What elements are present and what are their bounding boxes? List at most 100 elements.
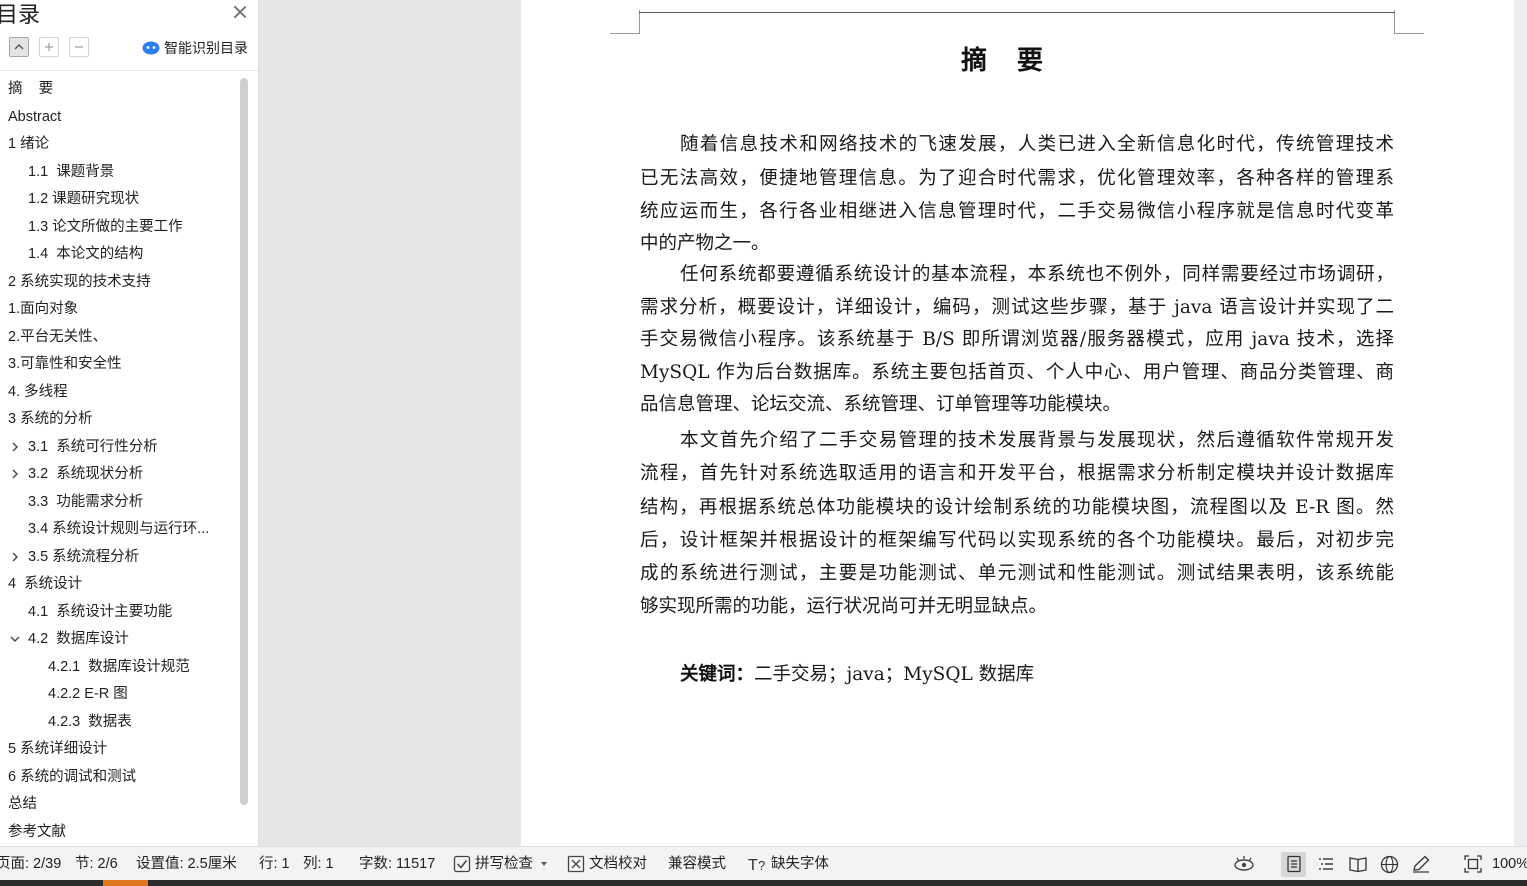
toc-item-label: 3.3 功能需求分析	[28, 493, 144, 510]
zoom-level[interactable]: 100%	[1492, 847, 1527, 881]
toc-item-label: 4.2 数据库设计	[28, 631, 129, 647]
toc-item[interactable]: 1.2 课题研究现状	[0, 186, 238, 213]
toc-item[interactable]: 3 系统的分析	[0, 406, 238, 433]
missing-font-icon: T ?	[748, 857, 765, 873]
toc-panel: 目录 智能识别目录 摘 要 Abstract 1 绪论 1.1 课题背景 1.2 课题研…	[0, 0, 259, 846]
toc-scrollbar[interactable]	[240, 78, 248, 805]
toc-item[interactable]: 5 系统详细设计	[0, 736, 238, 763]
chevron-down-icon[interactable]	[540, 861, 548, 867]
setting-indicator[interactable]: 设置值: 2.5厘米	[136, 847, 237, 881]
toc-item[interactable]: 摘 要	[0, 76, 238, 103]
row-indicator: 行: 1	[259, 856, 290, 872]
section-indicator[interactable]: 节: 2/6	[75, 847, 118, 881]
expand-level-button[interactable]	[39, 37, 59, 57]
toc-item[interactable]: 6 系统的调试和测试	[0, 764, 238, 791]
document-page[interactable]: 摘要 随着信息技术和网络技术的飞速发展，人类已进入全新信息化时代，传统管理技术 …	[521, 0, 1514, 846]
toc-item[interactable]: 4.2.2 E-R 图	[0, 681, 238, 708]
toc-item[interactable]: 1.1 课题背景	[0, 159, 238, 186]
toc-title: 目录	[0, 2, 41, 27]
chevron-down-icon[interactable]	[10, 634, 20, 644]
toc-item-label: 1.1 课题背景	[28, 163, 115, 180]
taskbar	[0, 880, 1527, 886]
reading-view-icon[interactable]	[1348, 855, 1368, 873]
pen-icon[interactable]	[1411, 855, 1431, 873]
toc-item[interactable]: 1.3 论文所做的主要工作	[0, 214, 238, 241]
collapse-all-button[interactable]	[9, 37, 29, 57]
outline-view-icon[interactable]	[1317, 855, 1335, 873]
toc-item[interactable]: 3.2 系统现状分析	[0, 461, 238, 488]
toc-item[interactable]: 4. 多线程	[0, 379, 238, 406]
toc-item[interactable]: 3.3 功能需求分析	[0, 489, 238, 516]
paragraph-line: 够实现所需的功能，运行状况尚可并无明显缺点。	[640, 596, 1048, 617]
paragraph-line: 统应运而生，各行各业相继进入信息管理时代，二手交易微信小程序就是信息时代变革	[640, 201, 1394, 222]
taskbar-active-app[interactable]	[103, 880, 148, 886]
toc-item[interactable]: Abstract	[0, 104, 238, 131]
toc-item-label: 2.平台无关性、	[8, 328, 108, 345]
eye-protection-icon[interactable]	[1233, 855, 1255, 873]
missing-fonts-button[interactable]: 缺失字体	[771, 847, 829, 881]
toc-item-label: 4.1 系统设计主要功能	[28, 603, 173, 620]
page-view-icon	[1287, 855, 1301, 873]
toc-item-label: 参考文献	[8, 823, 66, 840]
paragraph-line: 需求分析，概要设计，详细设计，编码，测试这些步骤，基于 java 语言设计并实现…	[640, 297, 1394, 318]
toc-item-label: 5 系统详细设计	[8, 741, 108, 757]
toc-item[interactable]: 1.面向对象	[0, 296, 238, 323]
toc-item[interactable]: 2 系统实现的技术支持	[0, 269, 238, 296]
crop-mark	[1394, 10, 1395, 34]
toc-item[interactable]: 3.可靠性和安全性	[0, 351, 238, 378]
paragraph-line: 流程，首先针对系统选取适用的语言和开发平台，根据需求分析制定模块并设计数据库	[640, 463, 1394, 484]
toc-item-label: 3.5 系统流程分析	[28, 548, 140, 565]
spell-check-icon	[453, 855, 471, 873]
web-view-icon[interactable]	[1380, 855, 1399, 874]
paragraph-line: 任何系统都要遵循系统设计的基本流程，本系统也不例外，同样需要经过市场调研，	[680, 264, 1394, 285]
toc-item[interactable]: 总结	[0, 791, 238, 818]
toc-item[interactable]: 1.4 本论文的结构	[0, 241, 238, 268]
plus-icon	[45, 43, 53, 51]
status-bar: 页面: 2/39 节: 2/6 设置值: 2.5厘米 行: 1 列: 1 字数:…	[0, 846, 1527, 880]
column-indicator: 列: 1	[303, 856, 334, 872]
page-indicator[interactable]: 页面: 2/39	[0, 847, 61, 881]
paragraph-line: 中的产物之一。	[640, 233, 770, 254]
toc-item-label: 摘 要	[8, 81, 54, 97]
spell-check-button[interactable]: 拼写检查	[475, 847, 533, 881]
toc-item-label: 3.可靠性和安全性	[8, 356, 122, 372]
document-workspace: 摘要 随着信息技术和网络技术的飞速发展，人类已进入全新信息化时代，传统管理技术 …	[266, 0, 1527, 846]
paragraph-line: 本文首先介绍了二手交易管理的技术发展背景与发展现状，然后遵循软件常规开发	[680, 430, 1394, 451]
doc-proof-button[interactable]: 文档校对	[589, 847, 647, 881]
toc-item-label: 3.1 系统可行性分析	[28, 438, 158, 455]
chevron-right-icon[interactable]	[10, 552, 20, 562]
toc-item[interactable]: 4.1 系统设计主要功能	[0, 599, 238, 626]
toc-item[interactable]: 2.平台无关性、	[0, 324, 238, 351]
paragraph-line: 品信息管理、论坛交流、系统管理、订单管理等功能模块。	[640, 394, 1122, 415]
keywords-text: 二手交易；java；MySQL 数据库	[754, 664, 1035, 685]
toc-item[interactable]: 4 系统设计	[0, 571, 238, 598]
toc-item[interactable]: 4.2 数据库设计	[0, 626, 238, 653]
fit-page-icon[interactable]	[1464, 855, 1482, 873]
chevron-right-icon[interactable]	[10, 442, 20, 452]
toc-item-label: 1.面向对象	[8, 301, 79, 317]
toc-item-label: 4.2.2 E-R 图	[48, 686, 128, 702]
keywords-line: 关键词：二手交易；java；MySQL 数据库	[680, 658, 1034, 691]
toc-item-label: 1.4 本论文的结构	[28, 246, 144, 262]
close-icon[interactable]	[232, 4, 248, 20]
collapse-level-button[interactable]	[69, 37, 89, 57]
paragraph-line: 手交易微信小程序。该系统基于 B/S 即所谓浏览器/服务器模式，应用 java …	[640, 329, 1394, 350]
compat-mode-label: 兼容模式	[668, 856, 726, 872]
toc-item-label: 4. 多线程	[8, 383, 68, 400]
smart-toc-label: 智能识别目录	[164, 40, 248, 56]
toc-item[interactable]: 3.5 系统流程分析	[0, 544, 238, 571]
toc-item[interactable]: 3.4 系统设计规则与运行环...	[0, 516, 238, 543]
paragraph-line: 成的系统进行测试，主要是功能测试、单元测试和性能测试。测试结果表明，该系统能	[640, 563, 1394, 584]
toc-divider	[0, 70, 258, 71]
toc-item[interactable]: 4.2.1 数据库设计规范	[0, 654, 238, 681]
ai-bot-icon	[142, 41, 160, 55]
document-scrollbar[interactable]	[1514, 0, 1527, 846]
toc-item[interactable]: 参考文献	[0, 819, 238, 846]
smart-toc-button[interactable]: 智能识别目录	[142, 38, 248, 58]
chevron-right-icon[interactable]	[10, 469, 20, 479]
word-count[interactable]: 字数: 11517	[359, 847, 435, 881]
toc-item-label: 1 绪论	[8, 136, 50, 152]
toc-item[interactable]: 4.2.3 数据表	[0, 709, 238, 736]
toc-item[interactable]: 1 绪论	[0, 131, 238, 158]
toc-item[interactable]: 3.1 系统可行性分析	[0, 434, 238, 461]
